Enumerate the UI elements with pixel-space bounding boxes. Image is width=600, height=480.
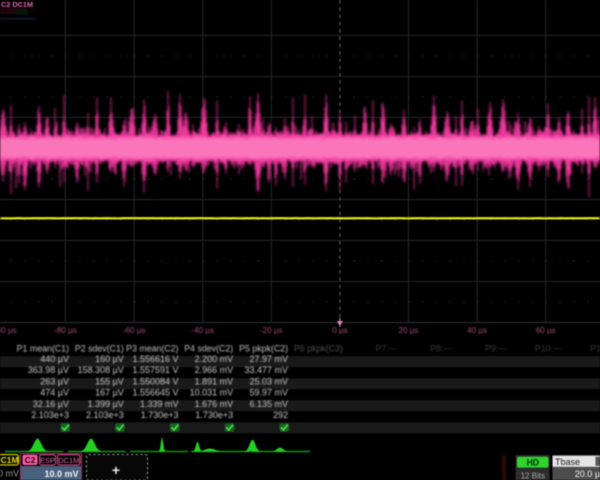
svg-text:59.97 mV: 59.97 mV <box>249 388 288 398</box>
svg-text:20.0 µs: 20.0 µs <box>575 469 600 479</box>
svg-text:C2 DC1M: C2 DC1M <box>1 0 33 9</box>
svg-text:10.0 mV: 10.0 mV <box>44 469 78 479</box>
svg-text:25.03 mV: 25.03 mV <box>249 376 288 386</box>
svg-text:2.200 mV: 2.200 mV <box>195 354 234 364</box>
svg-text:1.676 mV: 1.676 mV <box>195 399 234 409</box>
svg-text:P5 pkpk(C2): P5 pkpk(C2) <box>239 344 288 354</box>
svg-text:160 µV: 160 µV <box>95 354 124 364</box>
svg-text:1.399 µV: 1.399 µV <box>88 399 124 409</box>
svg-text:60 µs: 60 µs <box>536 326 556 335</box>
svg-text:0 µs: 0 µs <box>332 326 347 335</box>
svg-text:P11:---: P11:--- <box>590 344 600 354</box>
svg-text:27.97 mV: 27.97 mV <box>249 354 288 364</box>
svg-text:DC1M: DC1M <box>0 455 19 465</box>
svg-text:-60 µs: -60 µs <box>123 326 146 335</box>
svg-text:P1 mean(C1): P1 mean(C1) <box>17 344 69 354</box>
svg-text:12 Bits: 12 Bits <box>521 472 545 480</box>
svg-text:2.103e+3: 2.103e+3 <box>86 410 124 420</box>
svg-text:P8:---: P8:--- <box>430 344 452 354</box>
svg-text:292: 292 <box>273 410 288 420</box>
svg-text:P10:---: P10:--- <box>535 344 562 354</box>
svg-text:32.16 µV: 32.16 µV <box>33 399 69 409</box>
svg-text:10.031 mV: 10.031 mV <box>190 388 234 398</box>
svg-text:155 µV: 155 µV <box>95 376 124 386</box>
svg-text:1.556645 V: 1.556645 V <box>132 388 178 398</box>
svg-text:167 µV: 167 µV <box>95 388 124 398</box>
svg-text:1.556616 V: 1.556616 V <box>132 354 178 364</box>
svg-text:363.98 µV: 363.98 µV <box>28 365 69 375</box>
svg-text:P2 sdev(C1): P2 sdev(C1) <box>75 344 124 354</box>
svg-text:ESP: ESP <box>40 456 55 465</box>
svg-text:40 µs: 40 µs <box>467 326 487 335</box>
svg-text:1.891 mV: 1.891 mV <box>195 376 234 386</box>
svg-text:2.103e+3: 2.103e+3 <box>31 410 69 420</box>
svg-text:474 µV: 474 µV <box>40 388 69 398</box>
svg-text:0 mV: 0 mV <box>0 469 19 479</box>
svg-text:158.308 µV: 158.308 µV <box>78 365 124 375</box>
svg-text:2.966 mV: 2.966 mV <box>195 365 234 375</box>
svg-text:P3 mean(C2): P3 mean(C2) <box>126 344 178 354</box>
svg-text:HD: HD <box>526 458 539 468</box>
svg-text:-20 µs: -20 µs <box>260 326 283 335</box>
svg-text:-40 µs: -40 µs <box>191 326 214 335</box>
svg-text:6.135 mV: 6.135 mV <box>249 399 288 409</box>
svg-text:1.730e+3: 1.730e+3 <box>141 410 179 420</box>
svg-text:P9:---: P9:--- <box>485 344 507 354</box>
svg-text:1.550084 V: 1.550084 V <box>132 376 178 386</box>
svg-text:1.730e+3: 1.730e+3 <box>195 410 233 420</box>
svg-text:1.339 mV: 1.339 mV <box>140 399 179 409</box>
svg-text:33.477 mV: 33.477 mV <box>244 365 288 375</box>
svg-text:20 µs: 20 µs <box>399 326 419 335</box>
svg-text:DC1M: DC1M <box>58 456 79 465</box>
svg-text:-80 µs: -80 µs <box>54 326 77 335</box>
svg-text:440 µV: 440 µV <box>40 354 69 364</box>
svg-text:P6 pkpk(C3): P6 pkpk(C3) <box>294 344 343 354</box>
svg-text:1.557591 V: 1.557591 V <box>132 365 178 375</box>
svg-text:P7:---: P7:--- <box>376 344 398 354</box>
svg-text:+: + <box>112 462 120 478</box>
svg-text:P4 sdev(C2): P4 sdev(C2) <box>184 344 233 354</box>
svg-text:Tbase: Tbase <box>555 457 580 467</box>
svg-text:263 µV: 263 µV <box>40 376 69 386</box>
svg-text:-100 µs: -100 µs <box>0 326 17 335</box>
svg-text:C2: C2 <box>25 455 36 465</box>
